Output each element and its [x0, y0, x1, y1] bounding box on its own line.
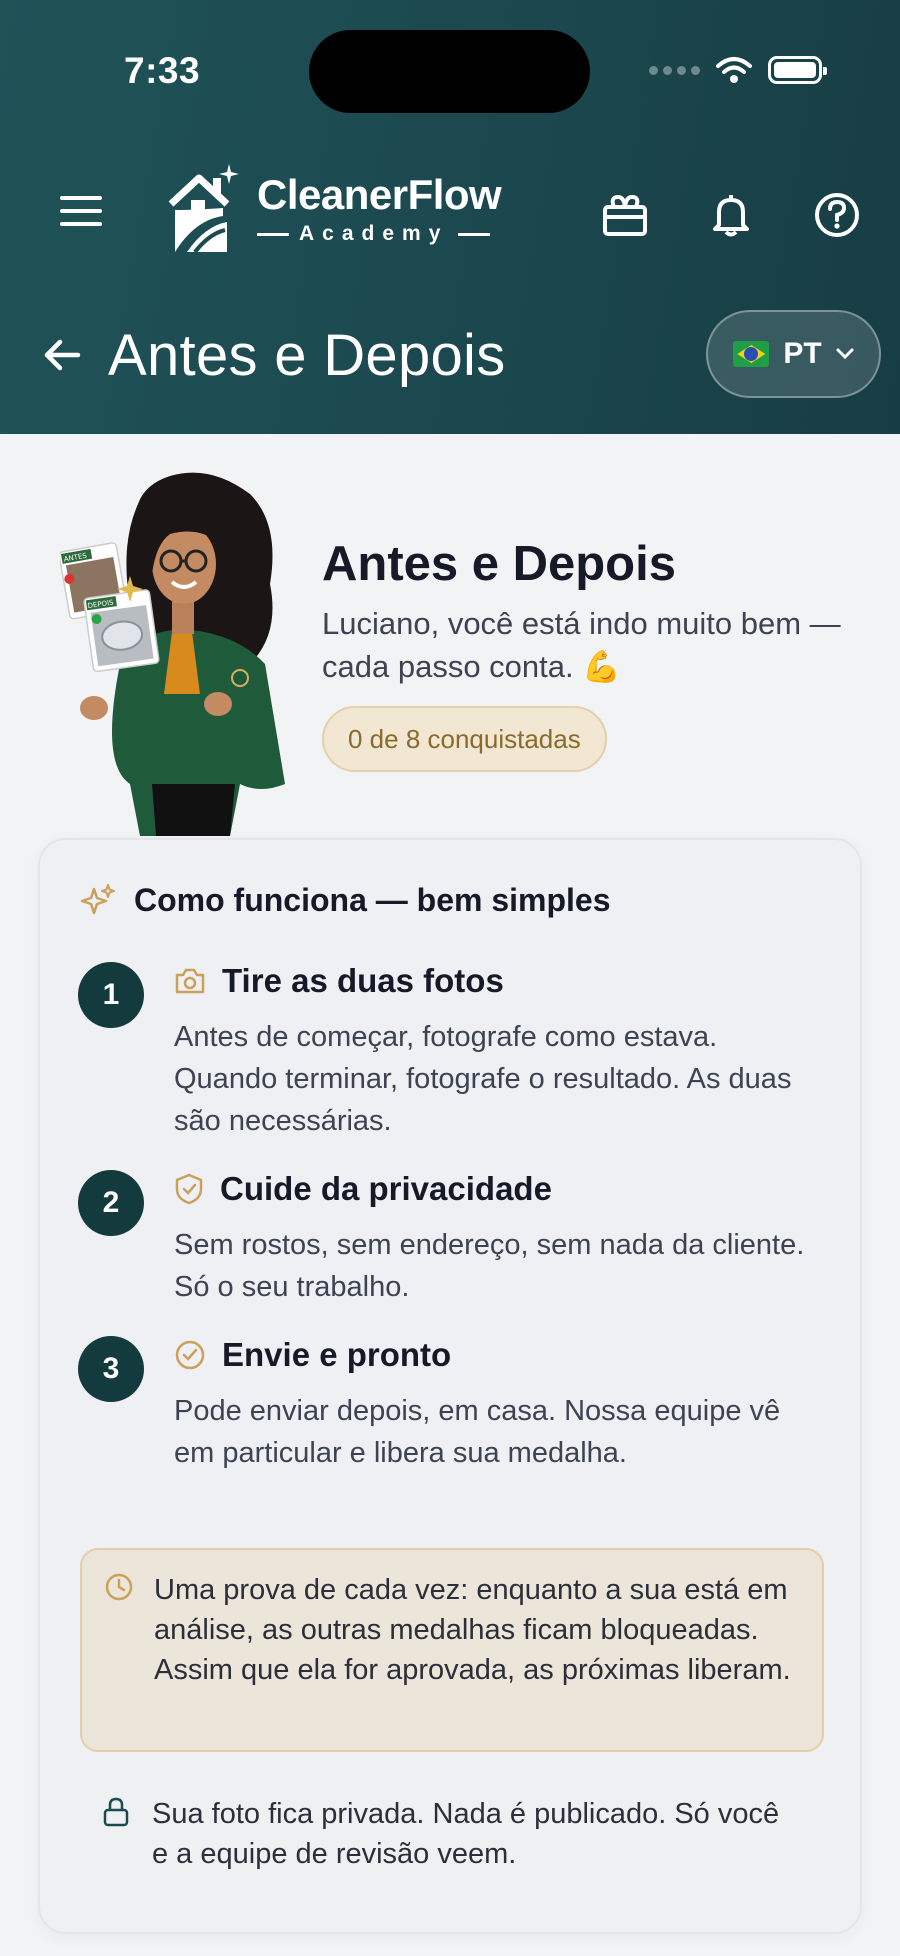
lock-icon — [103, 1797, 129, 1827]
gift-icon — [603, 194, 647, 236]
encouragement-message: Luciano, você está indo muito bem — cada… — [322, 606, 841, 684]
camera-icon — [175, 968, 205, 994]
privacy-notice-text: Sua foto fica privada. Nada é publicado.… — [152, 1798, 780, 1870]
brazil-flag-icon — [733, 341, 770, 367]
top-navigation: CleanerFlow Academy — [0, 150, 900, 270]
menu-button[interactable] — [60, 196, 102, 226]
sparkles-icon — [80, 883, 115, 914]
brand-subtitle: Academy — [299, 222, 449, 245]
step-title: Cuide da privacidade — [220, 1170, 552, 1207]
clock-icon — [105, 1573, 133, 1601]
cellular-signal-icon — [649, 65, 700, 75]
step-title: Envie e pronto — [222, 1336, 452, 1373]
title-bar: Antes e Depois PT — [0, 300, 900, 410]
app-header: 7:33 CleanerFlow Academy Antes e Depois … — [0, 0, 900, 434]
hero-section: ANTES DEPOIS Antes e Depois Luciano, voc… — [0, 434, 900, 844]
shield-icon — [175, 1173, 203, 1205]
language-label: PT — [783, 337, 822, 370]
notifications-button[interactable] — [706, 190, 756, 240]
step-item: 1 Tire as duas fotos Antes de começar, f… — [78, 962, 838, 1162]
wifi-icon — [716, 57, 752, 83]
help-circle-icon — [815, 193, 859, 237]
step-number-badge: 2 — [78, 1170, 144, 1236]
achievements-progress-badge: 0 de 8 conquistadas — [322, 706, 607, 772]
check-circle-icon — [175, 1340, 205, 1370]
chevron-down-icon — [836, 348, 854, 360]
logo-rule-right — [458, 232, 491, 236]
review-notice-text: Uma prova de cada vez: enquanto a sua es… — [154, 1574, 791, 1686]
how-it-works-card: Como funciona — bem simples 1 Tire as du… — [38, 838, 862, 1934]
logo-rule-left — [257, 232, 289, 236]
review-notice: Uma prova de cada vez: enquanto a sua es… — [80, 1548, 824, 1752]
language-selector[interactable]: PT — [706, 310, 881, 398]
step-item: 2 Cuide da privacidade Sem rostos, sem e… — [78, 1170, 838, 1320]
step-number-badge: 3 — [78, 1336, 144, 1402]
battery-icon — [768, 56, 827, 84]
status-time: 7:33 — [124, 50, 201, 91]
house-logo-icon — [168, 164, 239, 254]
gift-button[interactable] — [600, 190, 650, 240]
brand-title: CleanerFlow — [257, 171, 502, 218]
card-title: Como funciona — bem simples — [134, 882, 611, 918]
mascot-illustration: ANTES DEPOIS — [60, 472, 285, 836]
card-header: Como funciona — bem simples — [80, 882, 611, 919]
privacy-notice: Sua foto fica privada. Nada é publicado.… — [80, 1772, 824, 1902]
page-title: Antes e Depois — [108, 323, 506, 388]
step-description: Antes de começar, fotografe como estava.… — [174, 1021, 792, 1137]
step-number-badge: 1 — [78, 962, 144, 1028]
step-description: Sem rostos, sem endereço, sem nada da cl… — [174, 1229, 805, 1303]
brand-logo[interactable]: CleanerFlow Academy — [165, 160, 502, 260]
step-title: Tire as duas fotos — [222, 962, 504, 999]
status-indicators — [649, 56, 827, 84]
help-button[interactable] — [812, 190, 862, 240]
bell-icon — [713, 195, 749, 237]
hero-title: Antes e Depois — [322, 537, 676, 591]
back-arrow-icon[interactable] — [42, 330, 82, 380]
step-item: 3 Envie e pronto Pode enviar depois, em … — [78, 1336, 838, 1536]
step-description: Pode enviar depois, em casa. Nossa equip… — [174, 1395, 781, 1469]
dynamic-island — [309, 30, 590, 113]
